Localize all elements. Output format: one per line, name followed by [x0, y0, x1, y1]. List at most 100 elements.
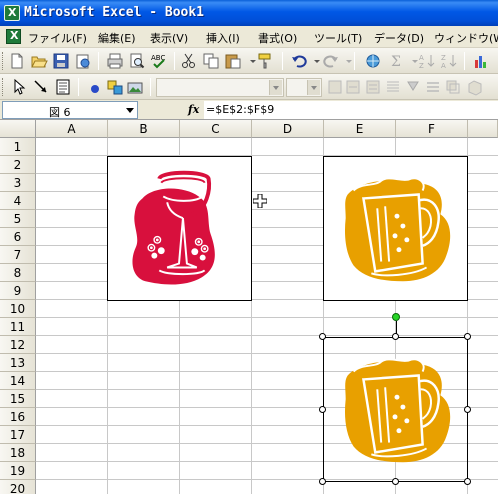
- resize-handle-bottom[interactable]: [392, 478, 399, 485]
- row-header-12[interactable]: 12: [0, 336, 36, 354]
- row-header-20[interactable]: 20: [0, 480, 36, 494]
- column-header-e[interactable]: E: [324, 120, 396, 138]
- resize-handle-top-right[interactable]: [464, 333, 471, 340]
- sort-descending-icon[interactable]: ZA: [440, 52, 458, 70]
- menu-window[interactable]: ウィンドウ(W): [434, 30, 498, 46]
- row-header-15[interactable]: 15: [0, 390, 36, 408]
- row-gridline: [36, 317, 498, 318]
- text-box-icon[interactable]: [54, 78, 72, 96]
- resize-handle-top-left[interactable]: [319, 333, 326, 340]
- print-icon[interactable]: [106, 52, 124, 70]
- menu-tools[interactable]: ツール(T): [314, 30, 362, 46]
- sort-ascending-icon[interactable]: AZ: [418, 52, 436, 70]
- resize-handle-right[interactable]: [464, 406, 471, 413]
- row-header-7[interactable]: 7: [0, 246, 36, 264]
- row-header-6[interactable]: 6: [0, 228, 36, 246]
- menu-insert[interactable]: 挿入(I): [206, 30, 240, 46]
- insert-hyperlink-icon[interactable]: [364, 52, 382, 70]
- font-size-dropdown-icon[interactable]: [307, 80, 320, 95]
- print-preview-icon[interactable]: [128, 52, 146, 70]
- toolbar-grip[interactable]: [2, 78, 5, 96]
- name-box-dropdown-icon[interactable]: [126, 108, 134, 113]
- row-header-10[interactable]: 10: [0, 300, 36, 318]
- column-header-a[interactable]: A: [36, 120, 108, 138]
- row-header-9[interactable]: 9: [0, 282, 36, 300]
- undo-icon[interactable]: [290, 52, 308, 70]
- toolbar-grip[interactable]: [2, 52, 5, 70]
- rotation-handle[interactable]: [392, 313, 400, 321]
- column-header-c[interactable]: C: [180, 120, 252, 138]
- diagram-icon[interactable]: [106, 78, 124, 96]
- italic-icon[interactable]: [344, 78, 362, 96]
- insert-function-icon[interactable]: fx: [188, 103, 199, 116]
- resize-handle-top[interactable]: [392, 333, 399, 340]
- cut-icon[interactable]: [180, 52, 198, 70]
- resize-handle-left[interactable]: [319, 406, 326, 413]
- formula-input[interactable]: =$E$2:$F$9: [204, 101, 498, 119]
- name-box[interactable]: 図 6: [2, 101, 138, 119]
- row-header-5[interactable]: 5: [0, 210, 36, 228]
- column-header-f[interactable]: F: [396, 120, 468, 138]
- beer-mug-picture[interactable]: [323, 156, 468, 301]
- underline-icon[interactable]: [364, 78, 382, 96]
- font-size-select[interactable]: [286, 78, 322, 97]
- menu-edit[interactable]: 編集(E): [98, 30, 136, 46]
- font-select[interactable]: [156, 78, 284, 97]
- row-header-11[interactable]: 11: [0, 318, 36, 336]
- menu-view[interactable]: 表示(V): [150, 30, 188, 46]
- autosum-icon[interactable]: Σ: [388, 52, 406, 70]
- spelling-icon[interactable]: ABC: [150, 52, 168, 70]
- undo-dropdown-icon[interactable]: [308, 52, 320, 70]
- select-objects-icon[interactable]: [10, 78, 28, 96]
- workbook-icon[interactable]: X: [6, 29, 21, 44]
- row-header-3[interactable]: 3: [0, 174, 36, 192]
- row-header-19[interactable]: 19: [0, 462, 36, 480]
- paste-icon[interactable]: [224, 52, 242, 70]
- title-bar[interactable]: X Microsoft Excel - Book1: [0, 0, 498, 26]
- chart-wizard-icon[interactable]: [472, 52, 490, 70]
- new-icon[interactable]: [8, 52, 26, 70]
- column-header-d[interactable]: D: [252, 120, 324, 138]
- format-painter-icon[interactable]: [256, 52, 274, 70]
- select-all-corner[interactable]: [0, 120, 36, 138]
- resize-handle-bottom-right[interactable]: [464, 478, 471, 485]
- worksheet-grid[interactable]: ABCDEF 1 2 3 4 5 6 7 8 9 10 11 12 13 14 15 16 17 18 19 20: [0, 120, 498, 494]
- 3d-style-icon[interactable]: [466, 78, 484, 96]
- fill-color-icon[interactable]: [404, 78, 422, 96]
- beer-mug-linked-picture[interactable]: [323, 337, 468, 482]
- row-header-16[interactable]: 16: [0, 408, 36, 426]
- row-header-1[interactable]: 1: [0, 138, 36, 156]
- shadow-icon[interactable]: [444, 78, 462, 96]
- font-select-dropdown-icon[interactable]: [269, 80, 282, 95]
- redo-dropdown-icon[interactable]: [340, 52, 352, 70]
- save-icon[interactable]: [52, 52, 70, 70]
- row-header-13[interactable]: 13: [0, 354, 36, 372]
- excel-app-icon[interactable]: X: [4, 5, 20, 21]
- permission-icon[interactable]: [74, 52, 92, 70]
- line-style-icon[interactable]: [424, 78, 442, 96]
- arrow-tool-icon[interactable]: [32, 78, 50, 96]
- svg-text:Z: Z: [419, 62, 424, 70]
- copy-icon[interactable]: [202, 52, 220, 70]
- resize-handle-bottom-left[interactable]: [319, 478, 326, 485]
- row-header-8[interactable]: 8: [0, 264, 36, 282]
- insert-picture-icon[interactable]: [126, 78, 144, 96]
- row-header-2[interactable]: 2: [0, 156, 36, 174]
- menu-data[interactable]: データ(D): [374, 30, 424, 46]
- open-icon[interactable]: [30, 52, 48, 70]
- row-header-17[interactable]: 17: [0, 426, 36, 444]
- align-icon[interactable]: [384, 78, 402, 96]
- column-header-b[interactable]: B: [108, 120, 180, 138]
- oval-tool-icon[interactable]: [86, 78, 104, 96]
- bold-icon[interactable]: [326, 78, 344, 96]
- paste-dropdown-icon[interactable]: [244, 52, 256, 70]
- redo-icon[interactable]: [322, 52, 340, 70]
- wine-glass-picture[interactable]: [107, 156, 252, 301]
- autosum-dropdown-icon[interactable]: [406, 52, 418, 70]
- menu-file[interactable]: ファイル(F): [28, 30, 87, 46]
- row-header-18[interactable]: 18: [0, 444, 36, 462]
- menu-format[interactable]: 書式(O): [258, 30, 297, 46]
- column-header-partial[interactable]: [468, 120, 498, 138]
- row-header-14[interactable]: 14: [0, 372, 36, 390]
- row-header-4[interactable]: 4: [0, 192, 36, 210]
